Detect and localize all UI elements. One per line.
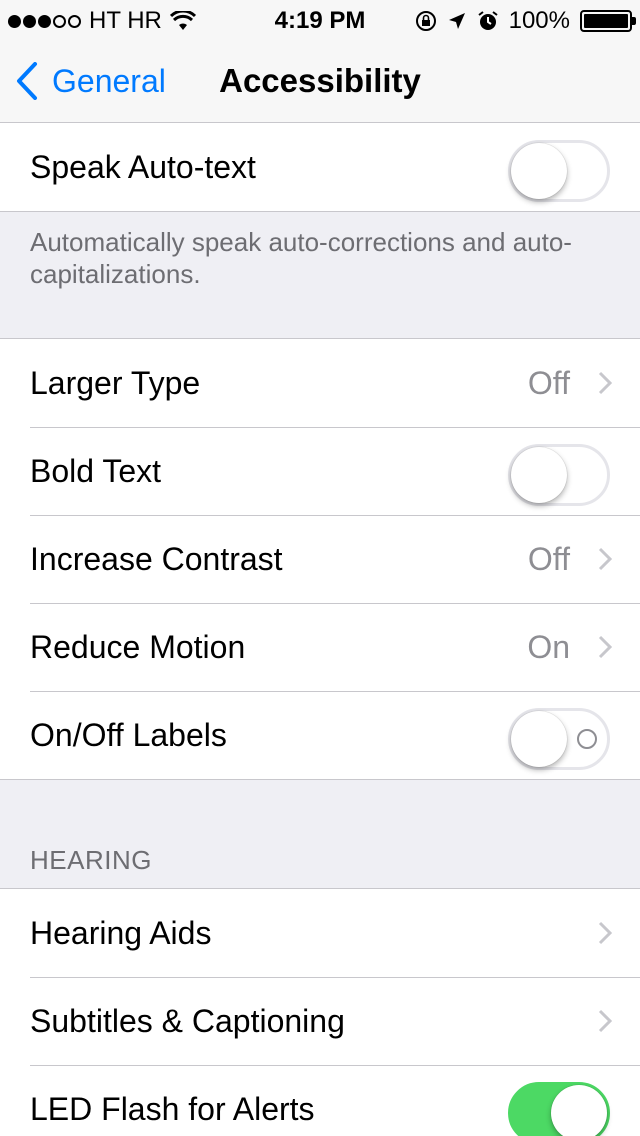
increase-contrast-label: Increase Contrast [30, 540, 283, 577]
chevron-right-icon [598, 635, 612, 659]
on-off-labels-label: On/Off Labels [30, 716, 227, 753]
row-reduce-motion[interactable]: Reduce Motion On [0, 603, 640, 691]
row-bold-text: Bold Text [0, 427, 640, 515]
speak-auto-text-label: Speak Auto-text [30, 148, 256, 185]
toggle-knob [551, 1085, 607, 1136]
led-flash-toggle[interactable] [508, 1082, 610, 1136]
bold-text-toggle[interactable] [508, 444, 610, 506]
toggle-knob [511, 711, 567, 767]
speak-auto-text-group: Speak Auto-text [0, 122, 640, 212]
status-right: 100% [415, 7, 636, 35]
larger-type-value: Off [527, 364, 570, 401]
battery-icon [580, 10, 636, 32]
on-off-labels-toggle[interactable] [508, 708, 610, 770]
larger-type-label: Larger Type [30, 364, 201, 401]
hearing-group: Hearing Aids Subtitles & Captioning LED … [0, 888, 640, 1136]
display-options-group: Larger Type Off Bold Text Increase Contr… [0, 338, 640, 780]
reduce-motion-value: On [527, 628, 570, 665]
speak-auto-text-description: Automatically speak auto-corrections and… [30, 227, 572, 289]
rotation-lock-icon [415, 11, 436, 31]
navigation-bar: General Accessibility [0, 40, 640, 128]
location-arrow-icon [448, 13, 465, 29]
page-title: Accessibility [219, 62, 421, 99]
chevron-right-icon [598, 547, 612, 571]
bold-text-label: Bold Text [30, 452, 162, 489]
row-led-flash: LED Flash for Alerts [0, 1065, 640, 1136]
reduce-motion-label: Reduce Motion [30, 628, 246, 665]
row-on-off-labels: On/Off Labels [0, 691, 640, 779]
alarm-icon [478, 11, 498, 30]
battery-percent: 100% [508, 7, 570, 34]
led-flash-label: LED Flash for Alerts [30, 1090, 315, 1127]
chevron-right-icon [598, 1009, 612, 1033]
toggle-knob [511, 143, 567, 199]
hearing-aids-label: Hearing Aids [30, 914, 212, 951]
increase-contrast-value: Off [527, 540, 570, 577]
hearing-section-header: HEARING [30, 845, 152, 875]
off-indicator-icon [577, 729, 597, 749]
row-larger-type[interactable]: Larger Type Off [0, 339, 640, 427]
speak-auto-text-toggle[interactable] [508, 140, 610, 202]
row-speak-auto-text: Speak Auto-text [0, 123, 640, 211]
toggle-knob [511, 447, 567, 503]
row-hearing-aids[interactable]: Hearing Aids [0, 889, 640, 977]
row-subtitles-captioning[interactable]: Subtitles & Captioning [0, 977, 640, 1065]
row-increase-contrast[interactable]: Increase Contrast Off [0, 515, 640, 603]
chevron-right-icon [598, 921, 612, 945]
subtitles-captioning-label: Subtitles & Captioning [30, 1002, 345, 1039]
chevron-right-icon [598, 371, 612, 395]
status-bar: HT HR 4:19 PM 100% [0, 0, 640, 40]
